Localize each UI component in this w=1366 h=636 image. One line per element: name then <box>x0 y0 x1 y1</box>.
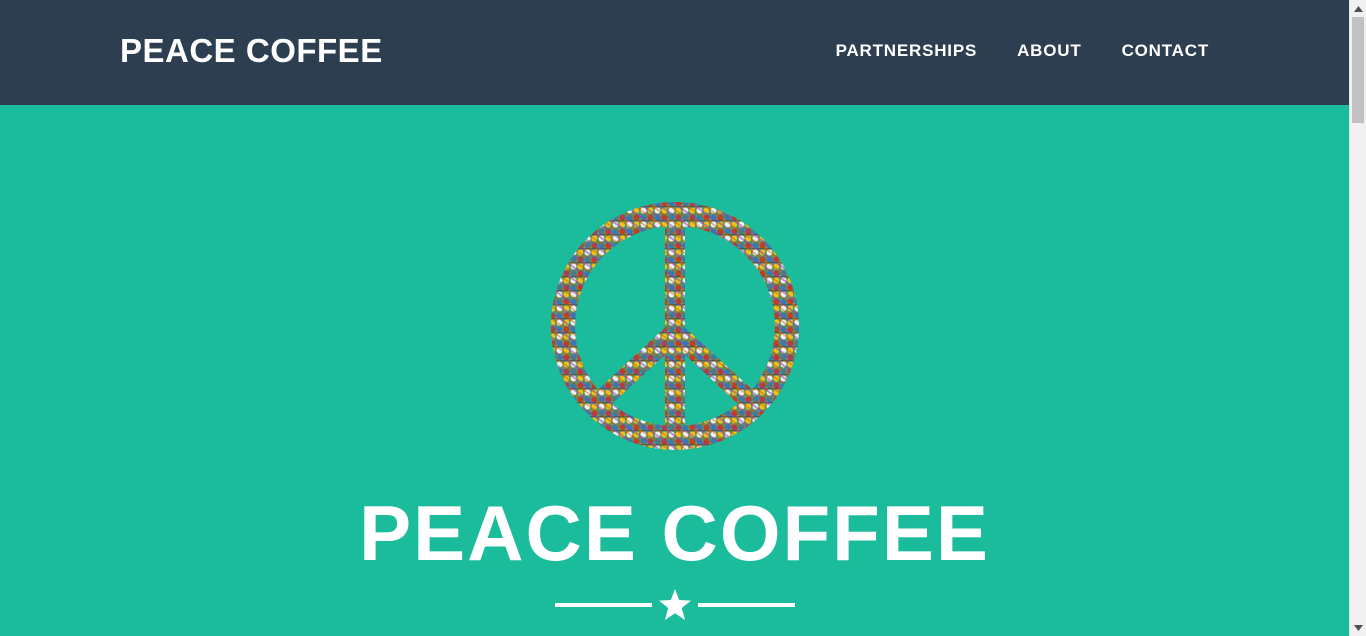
masthead: PEACE COFFEE <box>0 105 1349 636</box>
divider-line-right <box>698 603 795 607</box>
star-icon <box>659 589 691 620</box>
peace-sign-image <box>549 200 801 452</box>
navbar: PEACE COFFEE PARTNERSHIPS ABOUT CONTACT <box>0 0 1349 105</box>
hero-title: PEACE COFFEE <box>359 489 990 577</box>
brand-link[interactable]: PEACE COFFEE <box>120 32 383 70</box>
nav-links: PARTNERSHIPS ABOUT CONTACT <box>796 40 1209 62</box>
vertical-scrollbar[interactable] <box>1349 0 1366 636</box>
scroll-up-arrow-icon[interactable] <box>1350 0 1366 17</box>
nav-link-partnerships[interactable]: PARTNERSHIPS <box>836 40 978 62</box>
nav-link-contact[interactable]: CONTACT <box>1122 40 1209 62</box>
nav-link-about[interactable]: ABOUT <box>1017 40 1081 62</box>
divider-line-left <box>555 603 652 607</box>
scroll-thumb[interactable] <box>1352 17 1364 123</box>
peace-sign-icon <box>551 202 799 450</box>
star-divider <box>555 588 795 622</box>
scroll-down-arrow-icon[interactable] <box>1350 619 1366 636</box>
